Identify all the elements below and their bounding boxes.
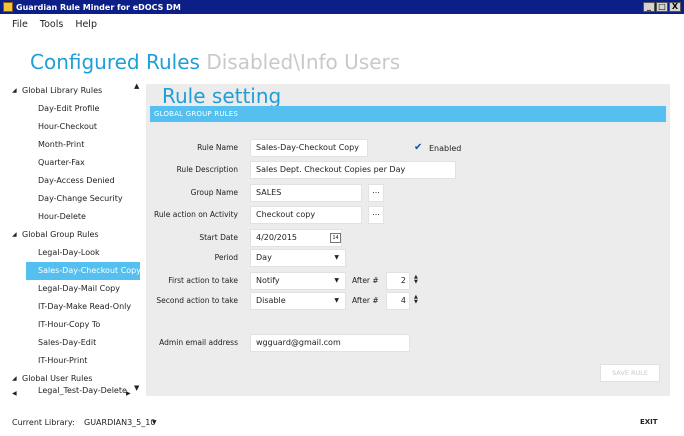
tree-group-library[interactable]: ◢ Global Library Rules (10, 82, 102, 100)
expanded-triangle-icon: ◢ (12, 87, 17, 94)
tree-group-label: Global Library Rules (22, 86, 103, 95)
tree-item[interactable]: IT-Hour-Copy To (10, 316, 136, 334)
first-action-label: First action to take (168, 276, 238, 285)
scroll-up-icon[interactable]: ▲ (134, 82, 139, 90)
rule-action-input[interactable]: Checkout copy (250, 206, 362, 224)
tree-item[interactable]: Legal-Day-Mail Copy (10, 280, 136, 298)
scroll-down-icon[interactable]: ▼ (134, 384, 139, 392)
rule-description-input[interactable]: Sales Dept. Checkout Copies per Day (250, 161, 456, 179)
enabled-label: Enabled (429, 144, 462, 153)
rule-setting-panel: Rule setting GLOBAL GROUP RULES Rule Nam… (146, 84, 670, 396)
admin-email-label: Admin email address (159, 338, 238, 347)
start-date-input[interactable]: 4/20/2015 (250, 229, 342, 247)
group-name-input[interactable]: SALES (250, 184, 362, 202)
tree-item-selected[interactable]: Sales-Day-Checkout Copy (26, 262, 141, 280)
tree-item[interactable]: Quarter-Fax (10, 154, 136, 172)
menu-bar: File Tools Help (0, 14, 684, 34)
period-label: Period (214, 253, 238, 262)
enabled-checkbox[interactable]: ✔ (414, 142, 422, 153)
title-bar: Guardian Rule Minder for eDOCS DM _ □ X (0, 0, 684, 14)
period-select[interactable]: Day ▼ (250, 249, 346, 267)
app-icon (3, 2, 13, 12)
chevron-down-icon[interactable]: ▼ (152, 419, 157, 426)
window-title: Guardian Rule Minder for eDOCS DM (16, 2, 181, 12)
first-action-select[interactable]: Notify ▼ (250, 272, 346, 290)
tree-item[interactable]: Sales-Day-Edit (10, 334, 136, 352)
tree-item[interactable]: Month-Print (10, 136, 136, 154)
scroll-right-icon[interactable]: ▶ (126, 390, 131, 397)
save-rule-button[interactable]: SAVE RULE (600, 364, 660, 382)
menu-help[interactable]: Help (75, 19, 97, 30)
first-action-value: Notify (256, 276, 280, 285)
tree-item[interactable]: Day-Access Denied (10, 172, 136, 190)
first-after-spinner[interactable]: ▲ ▼ (414, 275, 418, 285)
scroll-left-icon[interactable]: ◀ (12, 390, 17, 397)
first-after-input[interactable]: 2 (386, 272, 410, 290)
rule-setting-heading: Rule setting (162, 84, 282, 108)
tree-item[interactable]: Legal-Day-Look (10, 244, 136, 262)
restore-button[interactable]: □ (656, 2, 668, 12)
rules-tree: ▲ ◢ Global Library Rules Day-Edit Profil… (10, 82, 146, 400)
tree-group-group[interactable]: ◢ Global Group Rules (10, 226, 99, 244)
tab-disabled-info-users[interactable]: Disabled\Info Users (206, 50, 400, 74)
calendar-icon[interactable]: 14 (330, 233, 341, 243)
menu-tools[interactable]: Tools (40, 19, 63, 30)
second-action-label: Second action to take (156, 296, 238, 305)
view-tabs: Configured Rules Disabled\Info Users (30, 50, 400, 74)
tree-item[interactable]: Legal_Test-Day-Delete (10, 382, 136, 400)
period-value: Day (256, 253, 272, 262)
tree-item[interactable]: Hour-Delete (10, 208, 136, 226)
tree-item[interactable]: Day-Edit Profile (10, 100, 136, 118)
rule-name-input[interactable]: Sales-Day-Checkout Copy (250, 139, 368, 157)
group-browse-button[interactable]: ... (368, 184, 384, 202)
second-after-input[interactable]: 4 (386, 292, 410, 310)
close-button[interactable]: X (669, 2, 681, 12)
tree-group-label: Global Group Rules (22, 230, 99, 239)
tree-item[interactable]: Day-Change Security (10, 190, 136, 208)
admin-email-input[interactable]: wgguard@gmail.com (250, 334, 410, 352)
rule-action-label: Rule action on Activity (154, 210, 238, 219)
current-library-select[interactable]: GUARDIAN3_5_10 (84, 418, 155, 427)
first-after-label: After # (352, 276, 379, 285)
start-date-label: Start Date (199, 233, 238, 242)
window-controls: _ □ X (643, 2, 681, 12)
chevron-down-icon: ▼ (334, 297, 339, 304)
group-name-label: Group Name (190, 188, 238, 197)
current-library-label: Current Library: (12, 418, 75, 427)
chevron-down-icon: ▼ (334, 277, 339, 284)
rule-description-label: Rule Description (176, 165, 238, 174)
minimize-button[interactable]: _ (643, 2, 655, 12)
tree-item[interactable]: IT-Hour-Print (10, 352, 136, 370)
exit-button[interactable]: EXIT (640, 418, 658, 426)
tab-configured-rules[interactable]: Configured Rules (30, 50, 200, 74)
action-browse-button[interactable]: ... (368, 206, 384, 224)
section-header: GLOBAL GROUP RULES (150, 106, 666, 122)
expanded-triangle-icon: ◢ (12, 231, 17, 238)
menu-file[interactable]: File (12, 19, 28, 30)
second-after-spinner[interactable]: ▲ ▼ (414, 295, 418, 305)
start-date-value: 4/20/2015 (256, 233, 298, 242)
tree-item[interactable]: IT-Day-Make Read-Only (10, 298, 136, 316)
second-action-select[interactable]: Disable ▼ (250, 292, 346, 310)
tree-item[interactable]: Hour-Checkout (10, 118, 136, 136)
chevron-down-icon: ▼ (334, 254, 339, 261)
rule-name-label: Rule Name (197, 143, 238, 152)
second-after-label: After # (352, 296, 379, 305)
second-action-value: Disable (256, 296, 286, 305)
